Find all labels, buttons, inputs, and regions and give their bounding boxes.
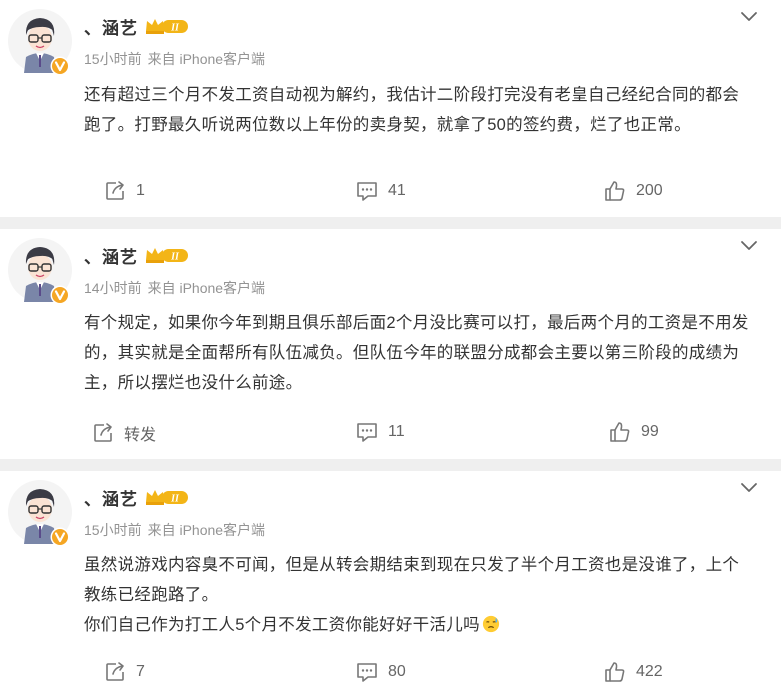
repost-button[interactable]: 7	[104, 661, 145, 683]
comment-button[interactable]: 80	[356, 661, 406, 683]
member-crown-icon: II	[146, 19, 188, 34]
chevron-down-icon[interactable]	[739, 239, 759, 253]
author-name[interactable]: 、涵艺	[84, 14, 138, 39]
author-row: 、涵艺 II	[84, 14, 190, 38]
member-crown-icon: II	[146, 248, 188, 263]
post-meta: 15小时前 来自 iPhone客户端	[84, 520, 265, 540]
post-time: 14小时前	[84, 280, 142, 296]
post-card: 、涵艺 II 14小时前 来自 iPhone客户端 有个规定，如果你今年到期且俱…	[0, 229, 781, 459]
like-count: 99	[641, 423, 659, 440]
post-time: 15小时前	[84, 522, 142, 538]
repost-icon	[106, 181, 124, 200]
post-card: 、涵艺 II 15小时前 来自 iPhone客户端 虽然说游戏内容臭不可闻，但是…	[0, 471, 781, 697]
svg-text:II: II	[170, 494, 180, 505]
thumbs-up-icon	[605, 181, 625, 201]
author-row: 、涵艺 II	[84, 243, 190, 267]
post-text: 还有超过三个月不发工资自动视为解约，我估计二阶段打完没有老皇自己经纪合同的都会跑…	[84, 80, 753, 140]
verified-badge-icon	[50, 285, 70, 305]
post-paragraph: 你们自己作为打工人5个月不发工资你能好好干活儿吗	[84, 616, 480, 634]
post-text: 有个规定，如果你今年到期且俱乐部后面2个月没比赛可以打，最后两个月的工资是不用发…	[84, 308, 753, 398]
like-button[interactable]: 422	[604, 661, 663, 683]
post-paragraph: 有个规定，如果你今年到期且俱乐部后面2个月没比赛可以打，最后两个月的工资是不用发…	[84, 314, 749, 392]
repost-count: 1	[136, 182, 145, 199]
post-time: 15小时前	[84, 51, 142, 67]
author-row: 、涵艺 II	[84, 485, 190, 509]
comment-count: 41	[388, 182, 406, 199]
repost-button[interactable]: 1	[104, 180, 145, 202]
post-source: 来自 iPhone客户端	[147, 522, 266, 538]
chevron-down-icon[interactable]	[739, 481, 759, 495]
svg-text:II: II	[170, 23, 180, 34]
repost-icon	[94, 423, 112, 442]
comment-count: 80	[388, 663, 406, 680]
post-paragraph-with-emoji: 你们自己作为打工人5个月不发工资你能好好干活儿吗	[84, 610, 753, 640]
thumbs-up-icon	[605, 662, 625, 682]
repost-count: 7	[136, 663, 145, 680]
thumbs-up-icon	[610, 422, 630, 442]
sweat-emoji-icon	[482, 615, 499, 633]
post-source: 来自 iPhone客户端	[147, 51, 266, 67]
repost-button[interactable]: 转发	[92, 421, 156, 445]
member-crown-icon: II	[146, 490, 188, 505]
post-card: 、涵艺 II 15小时前 来自 iPhone客户端 还有超过三个月不发工资自动视…	[0, 0, 781, 217]
comment-button[interactable]: 41	[356, 180, 406, 202]
comment-feed: 、涵艺 II 15小时前 来自 iPhone客户端 还有超过三个月不发工资自动视…	[0, 0, 781, 697]
svg-text:II: II	[170, 252, 180, 263]
author-name[interactable]: 、涵艺	[84, 243, 138, 268]
comment-count: 11	[388, 423, 405, 440]
like-count: 422	[636, 663, 663, 680]
like-button[interactable]: 200	[604, 180, 663, 202]
post-paragraph: 虽然说游戏内容臭不可闻，但是从转会期结束到现在只发了半个月工资也是没谁了，上个教…	[84, 556, 740, 604]
comment-icon	[357, 663, 377, 682]
chevron-down-icon[interactable]	[739, 10, 759, 24]
like-count: 200	[636, 182, 663, 199]
post-meta: 14小时前 来自 iPhone客户端	[84, 278, 265, 298]
post-meta: 15小时前 来自 iPhone客户端	[84, 49, 265, 69]
verified-badge-icon	[50, 527, 70, 547]
like-button[interactable]: 99	[609, 421, 659, 443]
post-source: 来自 iPhone客户端	[147, 280, 266, 296]
comment-button[interactable]: 11	[356, 421, 405, 443]
post-text: 虽然说游戏内容臭不可闻，但是从转会期结束到现在只发了半个月工资也是没谁了，上个教…	[84, 550, 753, 640]
author-name[interactable]: 、涵艺	[84, 485, 138, 510]
post-paragraph: 还有超过三个月不发工资自动视为解约，我估计二阶段打完没有老皇自己经纪合同的都会跑…	[84, 86, 740, 134]
repost-label: 转发	[124, 427, 157, 444]
comment-icon	[357, 182, 377, 201]
verified-badge-icon	[50, 56, 70, 76]
comment-icon	[357, 423, 377, 442]
repost-icon	[106, 662, 124, 681]
